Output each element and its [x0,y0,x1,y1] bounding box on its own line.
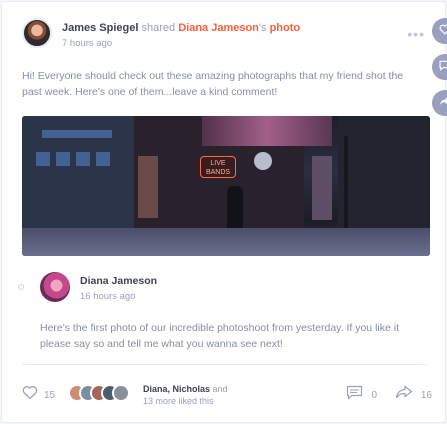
author-name[interactable]: James Spiegel [62,22,138,34]
photo-neon-sign: LIVE BANDS [200,156,236,178]
post-footer: 15 Diana, Nicholas and 13 more liked thi… [22,382,432,408]
photo-window [36,152,50,166]
liked-by-text: Diana, Nicholas and 13 more liked this [143,383,228,407]
photo-window [76,152,90,166]
heart-icon [439,22,447,40]
side-comment-button[interactable] [432,54,447,80]
side-share-button[interactable] [432,90,447,116]
share-arrow-icon [395,385,413,405]
like-button[interactable]: 15 [22,385,55,405]
comment-count: 0 [371,389,377,401]
post-text: Hi! Everyone should check out these amaz… [22,70,404,98]
photo-person [227,186,243,232]
share-count: 16 [420,389,432,401]
like-count: 15 [44,389,56,401]
speech-bubble-icon [439,58,447,76]
post-photo[interactable]: LIVE BANDS [22,116,430,256]
share-button[interactable]: 16 [395,385,432,405]
comments-button[interactable]: 0 [346,385,377,405]
comment-author[interactable]: Diana Jameson [80,275,157,287]
liked-more[interactable]: 13 more liked this [143,396,214,406]
photo-pink-light [202,116,332,146]
action-word: shared [141,22,176,34]
comment-text: Here's the first photo of our incredible… [40,322,399,350]
liked-names[interactable]: Diana, Nicholas [143,384,210,394]
friend-avatar[interactable] [112,384,130,402]
post-header: James Spiegel shared Diana Jameson's pho… [22,18,425,54]
photo-window [42,130,112,138]
comment-timestamp: 16 hours ago [80,291,136,302]
possessive: 's [258,22,267,34]
liked-friends-avatars[interactable] [68,384,130,404]
author-line: James Spiegel shared Diana Jameson's pho… [62,22,300,34]
photo-clock [254,152,272,170]
post-card: James Spiegel shared Diana Jameson's pho… [1,1,447,423]
speech-bubble-icon [346,385,363,405]
photo-window [56,152,70,166]
photo-door [138,156,158,218]
photo-link[interactable]: photo [270,22,301,34]
photo-building-right [338,116,430,234]
divider [22,364,427,365]
side-actions [432,18,447,126]
comment-avatar[interactable] [40,272,70,302]
heart-icon [22,385,38,405]
comment-thread-dot [18,284,24,290]
photo-street [22,228,430,256]
share-arrow-icon [439,94,447,112]
more-options-icon[interactable]: ••• [407,26,425,42]
post-timestamp: 7 hours ago [62,38,113,49]
photo-door [312,156,332,220]
author-avatar[interactable] [22,18,52,48]
side-like-button[interactable] [432,18,447,44]
photo-window [96,152,110,166]
shared-from-link[interactable]: Diana Jameson [178,22,259,34]
photo-tree [344,136,348,232]
liked-and: and [212,384,228,394]
